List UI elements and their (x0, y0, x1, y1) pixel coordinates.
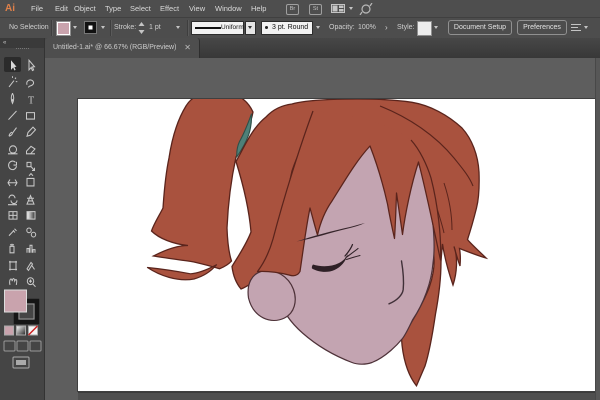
svg-text:T: T (28, 95, 35, 106)
